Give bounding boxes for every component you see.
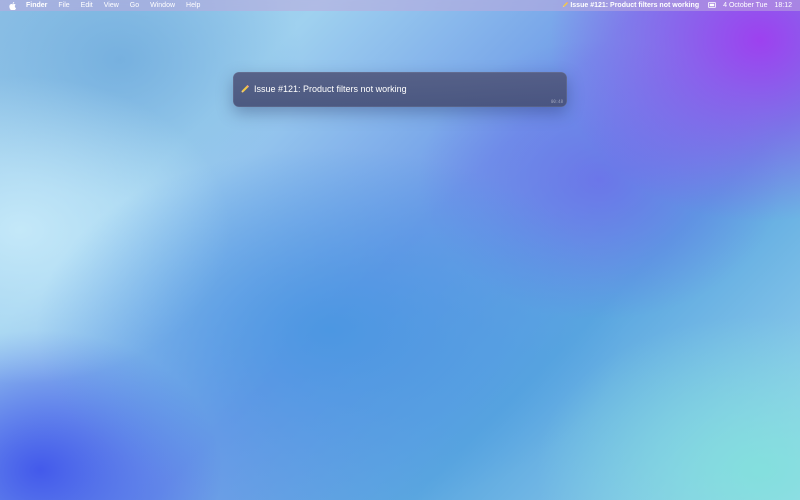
menu-go[interactable]: Go	[130, 0, 139, 11]
clock[interactable]: 4 October Tue 18:12	[723, 2, 792, 9]
menu-app-finder[interactable]: Finder	[26, 0, 47, 11]
pencil-icon	[240, 84, 250, 94]
menu-bar-right: Issue #121: Product filters not working …	[562, 0, 792, 11]
issue-panel-content: Issue #121: Product filters not working	[240, 84, 407, 94]
issue-timer: 00:48	[550, 99, 563, 104]
clock-date: 4 October Tue	[723, 2, 768, 9]
issue-title: Issue #121: Product filters not working	[254, 84, 407, 94]
screen-mirroring-icon[interactable]	[708, 2, 717, 9]
menu-help[interactable]: Help	[186, 0, 200, 11]
menu-bar-left: Finder File Edit View Go Window Help	[0, 0, 211, 11]
status-issue-label: Issue #121: Product filters not working	[570, 2, 700, 9]
pencil-icon	[562, 1, 569, 10]
menu-bar: Finder File Edit View Go Window Help Iss…	[0, 0, 800, 11]
apple-logo-icon[interactable]	[9, 1, 16, 10]
clock-time: 18:12	[774, 2, 792, 9]
menu-file[interactable]: File	[58, 0, 69, 11]
menu-edit[interactable]: Edit	[81, 0, 93, 11]
status-issue-item[interactable]: Issue #121: Product filters not working	[562, 1, 699, 10]
menu-view[interactable]: View	[104, 0, 119, 11]
issue-panel[interactable]: Issue #121: Product filters not working …	[233, 72, 567, 107]
menu-window[interactable]: Window	[150, 0, 175, 11]
